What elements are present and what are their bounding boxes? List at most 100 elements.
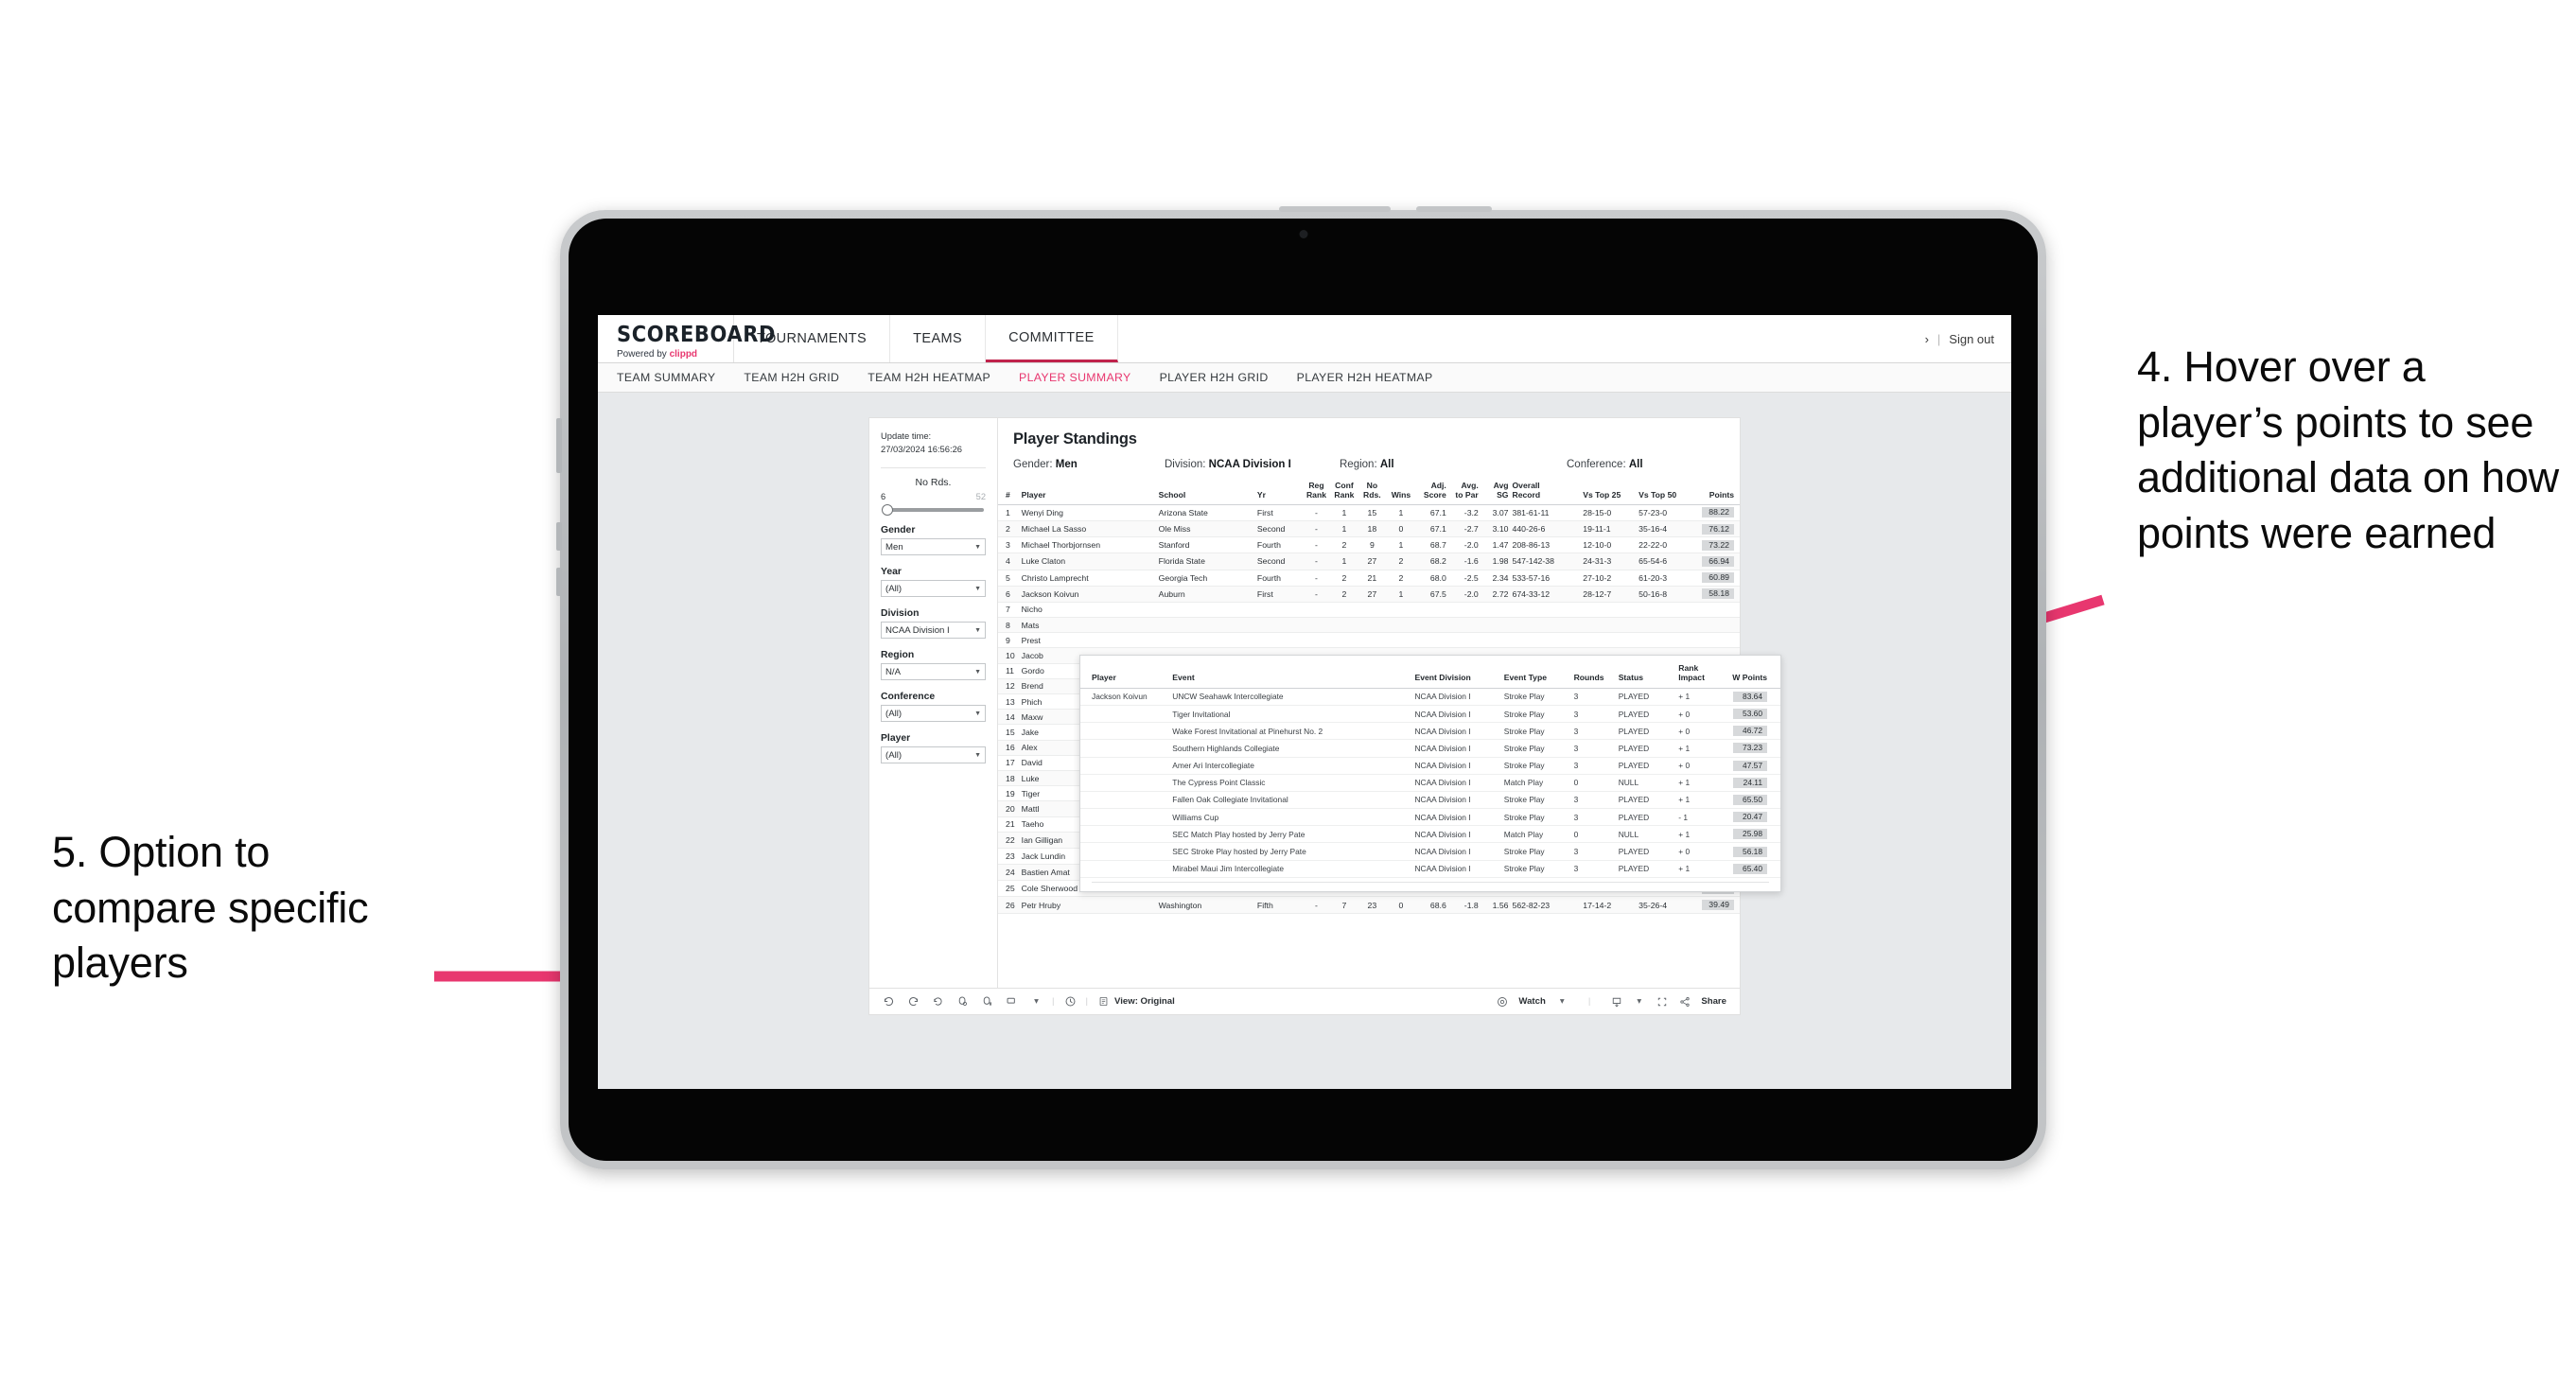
table-row[interactable]: 26 Petr Hruby Washington Fifth -7 23 0 68.6 -1.8… bbox=[998, 896, 1740, 914]
col-header-school[interactable]: School bbox=[1156, 480, 1255, 505]
filter-year-select[interactable]: (All) ▼ bbox=[881, 580, 986, 598]
no-rounds-label: No Rds. bbox=[915, 477, 952, 489]
col-header-vs-top-25[interactable]: Vs Top 25 bbox=[1581, 480, 1638, 505]
col-label: Player bbox=[1092, 672, 1116, 682]
chevron-right-icon[interactable]: › bbox=[1925, 332, 1929, 346]
tooltip-cell-player bbox=[1080, 825, 1170, 844]
cell-avg-sg: 1.47 bbox=[1480, 536, 1511, 554]
table-row[interactable]: 8 Mats bbox=[998, 617, 1740, 634]
w-points-value: 25.98 bbox=[1733, 829, 1767, 840]
cell-avg-sg: 1.56 bbox=[1480, 896, 1511, 914]
filter-conference-select[interactable]: (All) ▼ bbox=[881, 705, 986, 723]
table-row[interactable]: 6 Jackson Koivun Auburn First -2 27 1 67.5 -2.0 2… bbox=[998, 586, 1740, 603]
tooltip-cell-division: NCAA Division I bbox=[1411, 808, 1501, 827]
tooltip-cell-type: Stroke Play bbox=[1500, 860, 1571, 878]
col-header-conf-rank[interactable]: Conf Rank bbox=[1330, 480, 1358, 505]
table-row[interactable]: 9 Prest bbox=[998, 632, 1740, 649]
share-icon[interactable] bbox=[1678, 995, 1691, 1008]
tooltip-cell-w-points: 46.72 bbox=[1724, 722, 1780, 741]
col-header-avg-to-par[interactable]: Avg. to Par bbox=[1447, 480, 1481, 505]
subnav-item-team-h2h-heatmap[interactable]: TEAM H2H HEATMAP bbox=[867, 371, 990, 384]
download-icon[interactable] bbox=[1610, 995, 1622, 1008]
device-button-volume-up bbox=[556, 522, 562, 551]
col-header-wins[interactable]: Wins bbox=[1386, 480, 1416, 505]
col-label-2: Impact bbox=[1678, 672, 1705, 682]
cell-record: 381-61-11 bbox=[1510, 504, 1582, 521]
cell-points[interactable]: 39.49 bbox=[1692, 896, 1740, 914]
watch-label[interactable]: Watch bbox=[1518, 996, 1545, 1007]
col-header-yr[interactable]: Yr bbox=[1254, 480, 1303, 505]
filter-division-select[interactable]: NCAA Division I ▼ bbox=[881, 622, 986, 640]
cell-points[interactable]: 66.94 bbox=[1692, 553, 1740, 570]
col-header-reg-rank[interactable]: Reg Rank bbox=[1302, 480, 1331, 505]
cell-rank: 25 bbox=[998, 880, 1020, 898]
cell-obscured bbox=[1156, 617, 1740, 634]
col-header-rank[interactable]: # bbox=[998, 480, 1020, 505]
col-header-overall-record[interactable]: Overall Record bbox=[1510, 480, 1582, 505]
cell-reg-rank: - bbox=[1302, 504, 1331, 521]
cell-rank: 23 bbox=[998, 848, 1020, 866]
col-header-vs-top-50[interactable]: Vs Top 50 bbox=[1637, 480, 1693, 505]
filter-player-select[interactable]: (All) ▼ bbox=[881, 746, 986, 764]
cell-points[interactable]: 60.89 bbox=[1692, 570, 1740, 587]
view-original-button[interactable]: View: Original bbox=[1097, 995, 1175, 1008]
col-label: Player bbox=[1021, 489, 1046, 500]
table-row[interactable]: 2 Michael La Sasso Ole Miss Second -1 18 0 67.1… bbox=[998, 520, 1740, 538]
filter-summary-gender-value: Men bbox=[1055, 459, 1078, 470]
tooltip-row: Wake Forest Invitational at Pinehurst No… bbox=[1080, 722, 1780, 741]
cell-no-rds: 9 bbox=[1358, 536, 1387, 554]
col-header-points[interactable]: Points bbox=[1692, 480, 1740, 505]
cell-points[interactable]: 58.18 bbox=[1692, 586, 1740, 603]
tooltip-table-body: Jackson Koivun UNCW Seahawk Intercollegia… bbox=[1080, 688, 1780, 878]
table-row[interactable]: 4 Luke Claton Florida State Second -1 27 2 68.2… bbox=[998, 553, 1740, 570]
subnav-item-player-summary[interactable]: PLAYER SUMMARY bbox=[1019, 371, 1131, 384]
share-label[interactable]: Share bbox=[1701, 996, 1726, 1007]
col-header-adj-score[interactable]: Adj. Score bbox=[1415, 480, 1448, 505]
update-time-block: Update time: 27/03/2024 16:56:26 bbox=[881, 430, 986, 456]
cell-points[interactable]: 76.12 bbox=[1692, 520, 1740, 538]
cell-wins: 1 bbox=[1386, 504, 1416, 521]
table-row[interactable]: 7 Nicho bbox=[998, 602, 1740, 619]
chevron-down-icon[interactable]: ▾ bbox=[1030, 995, 1043, 1008]
table-row[interactable]: 5 Christo Lamprecht Georgia Tech Fourth -2 21… bbox=[998, 570, 1740, 587]
revert-icon[interactable] bbox=[932, 995, 944, 1008]
redo-icon[interactable] bbox=[907, 995, 920, 1008]
brand-logo[interactable]: SCOREBOARD Powered by clippd bbox=[598, 315, 775, 362]
filter-region-select[interactable]: N/A ▼ bbox=[881, 663, 986, 681]
cell-points[interactable]: 88.22 bbox=[1692, 504, 1740, 521]
col-header-no-rds[interactable]: No Rds. bbox=[1358, 480, 1387, 505]
cell-points[interactable]: 73.22 bbox=[1692, 536, 1740, 554]
subnav-item-team-h2h-grid[interactable]: TEAM H2H GRID bbox=[744, 371, 839, 384]
filter-summary-gender-label: Gender: bbox=[1013, 459, 1053, 470]
sign-out-link[interactable]: Sign out bbox=[1949, 332, 1994, 346]
device-layout-icon[interactable] bbox=[1006, 995, 1018, 1008]
subnav-item-player-h2h-heatmap[interactable]: PLAYER H2H HEATMAP bbox=[1297, 371, 1433, 384]
no-rounds-slider-handle[interactable] bbox=[882, 504, 893, 517]
fullscreen-icon[interactable] bbox=[1656, 995, 1668, 1008]
subnav-item-team-summary[interactable]: TEAM SUMMARY bbox=[617, 371, 715, 384]
tooltip-cell-rounds: 3 bbox=[1570, 842, 1616, 861]
download-chevron-down-icon[interactable]: ▾ bbox=[1633, 995, 1645, 1008]
col-header-player[interactable]: Player bbox=[1019, 480, 1157, 505]
table-row[interactable]: 1 Wenyi Ding Arizona State First -1 15 1 67.1 -3… bbox=[998, 504, 1740, 521]
nav-item-committee[interactable]: COMMITTEE bbox=[986, 315, 1118, 362]
nav-item-teams[interactable]: TEAMS bbox=[890, 315, 987, 362]
watch-icon[interactable] bbox=[1496, 995, 1508, 1008]
tooltip-col-event-division: Event Division bbox=[1411, 661, 1501, 689]
tooltip-cell-w-points: 24.11 bbox=[1724, 774, 1780, 792]
history-icon[interactable] bbox=[1064, 995, 1077, 1008]
tooltip-cell-player: Jackson Koivun bbox=[1080, 688, 1170, 706]
filter-gender-select[interactable]: Men ▼ bbox=[881, 538, 986, 556]
pause-icon[interactable] bbox=[981, 995, 993, 1008]
cell-adj-score: 67.1 bbox=[1415, 504, 1448, 521]
cell-rank: 1 bbox=[998, 504, 1020, 521]
undo-icon[interactable] bbox=[883, 995, 895, 1008]
cell-yr: Second bbox=[1254, 553, 1303, 570]
subnav-item-player-h2h-grid[interactable]: PLAYER H2H GRID bbox=[1160, 371, 1269, 384]
table-row[interactable]: 3 Michael Thorbjornsen Stanford Fourth -2 9 1 6… bbox=[998, 536, 1740, 554]
watch-chevron-down-icon[interactable]: ▾ bbox=[1556, 995, 1568, 1008]
cell-rank: 2 bbox=[998, 520, 1020, 538]
no-rounds-slider-track[interactable] bbox=[882, 504, 984, 517]
refresh-icon[interactable] bbox=[956, 995, 969, 1008]
col-header-avg-sg[interactable]: Avg SG bbox=[1480, 480, 1511, 505]
